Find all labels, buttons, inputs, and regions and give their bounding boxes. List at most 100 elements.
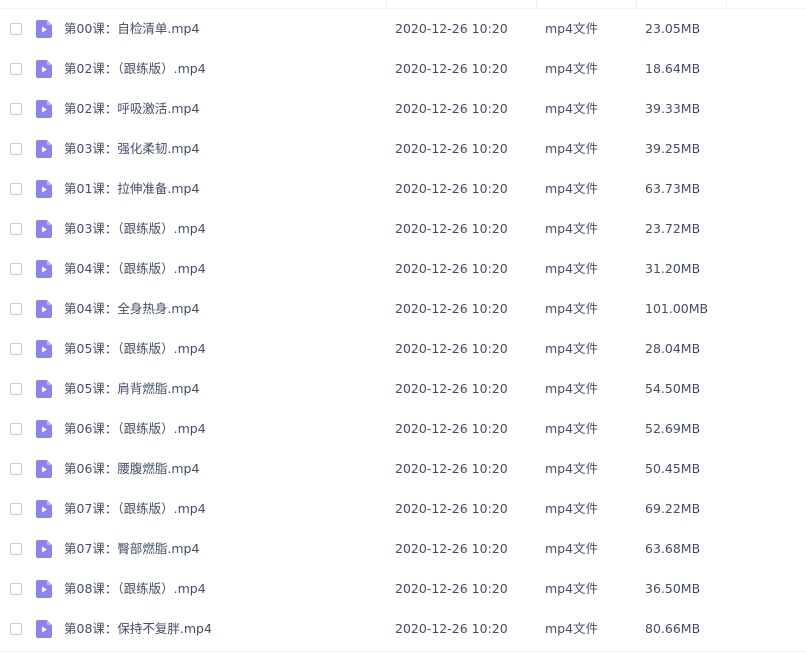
file-list: 第00课：自检清单.mp4 2020-12-26 10:20 mp4文件 23.… xyxy=(0,0,806,653)
file-type: mp4文件 xyxy=(545,261,599,276)
file-size: 31.20MB xyxy=(645,261,701,276)
file-type: mp4文件 xyxy=(545,541,599,556)
file-modified-date: 2020-12-26 10:20 xyxy=(395,181,508,196)
file-size: 23.05MB xyxy=(645,21,701,36)
file-type: mp4文件 xyxy=(545,181,599,196)
file-modified-date: 2020-12-26 10:20 xyxy=(395,501,508,516)
file-modified-date: 2020-12-26 10:20 xyxy=(395,101,508,116)
video-file-icon xyxy=(36,20,52,38)
file-size: 63.68MB xyxy=(645,541,701,556)
row-checkbox[interactable] xyxy=(10,503,22,515)
row-checkbox[interactable] xyxy=(10,303,22,315)
file-name[interactable]: 第08课：保持不复胖.mp4 xyxy=(64,609,212,649)
file-row[interactable]: 第08课：保持不复胖.mp4 2020-12-26 10:20 mp4文件 80… xyxy=(0,609,806,649)
row-checkbox[interactable] xyxy=(10,623,22,635)
column-divider[interactable] xyxy=(536,0,537,8)
file-type: mp4文件 xyxy=(545,621,599,636)
file-row[interactable]: 第01课：拉伸准备.mp4 2020-12-26 10:20 mp4文件 63.… xyxy=(0,169,806,209)
file-name[interactable]: 第05课：肩背燃脂.mp4 xyxy=(64,369,199,409)
file-modified-date: 2020-12-26 10:20 xyxy=(395,621,508,636)
file-size: 50.45MB xyxy=(645,461,701,476)
file-row[interactable]: 第02课：（跟练版）.mp4 2020-12-26 10:20 mp4文件 18… xyxy=(0,49,806,89)
file-name[interactable]: 第04课：（跟练版）.mp4 xyxy=(64,249,206,289)
file-name[interactable]: 第03课：（跟练版）.mp4 xyxy=(64,209,206,249)
file-type: mp4文件 xyxy=(545,381,599,396)
file-name[interactable]: 第00课：自检清单.mp4 xyxy=(64,9,199,49)
file-size: 54.50MB xyxy=(645,381,701,396)
row-checkbox[interactable] xyxy=(10,23,22,35)
file-row[interactable]: 第06课：（跟练版）.mp4 2020-12-26 10:20 mp4文件 52… xyxy=(0,409,806,449)
file-row[interactable]: 第03课：强化柔韧.mp4 2020-12-26 10:20 mp4文件 39.… xyxy=(0,129,806,169)
row-checkbox[interactable] xyxy=(10,583,22,595)
row-checkbox[interactable] xyxy=(10,423,22,435)
file-size: 18.64MB xyxy=(645,61,701,76)
file-name[interactable]: 第01课：拉伸准备.mp4 xyxy=(64,169,199,209)
file-size: 39.25MB xyxy=(645,141,701,156)
video-file-icon xyxy=(36,220,52,238)
file-row[interactable]: 第07课：臀部燃脂.mp4 2020-12-26 10:20 mp4文件 63.… xyxy=(0,529,806,569)
file-type: mp4文件 xyxy=(545,421,599,436)
video-file-icon xyxy=(36,540,52,558)
file-row[interactable]: 第07课：（跟练版）.mp4 2020-12-26 10:20 mp4文件 69… xyxy=(0,489,806,529)
video-file-icon xyxy=(36,580,52,598)
file-modified-date: 2020-12-26 10:20 xyxy=(395,581,508,596)
column-divider[interactable] xyxy=(726,0,727,8)
file-name[interactable]: 第03课：强化柔韧.mp4 xyxy=(64,129,199,169)
row-checkbox[interactable] xyxy=(10,463,22,475)
file-type: mp4文件 xyxy=(545,101,599,116)
row-checkbox[interactable] xyxy=(10,143,22,155)
video-file-icon xyxy=(36,420,52,438)
column-divider[interactable] xyxy=(386,0,387,8)
file-name[interactable]: 第07课：（跟练版）.mp4 xyxy=(64,489,206,529)
video-file-icon xyxy=(36,260,52,278)
file-modified-date: 2020-12-26 10:20 xyxy=(395,381,508,396)
row-checkbox[interactable] xyxy=(10,223,22,235)
file-modified-date: 2020-12-26 10:20 xyxy=(395,541,508,556)
row-checkbox[interactable] xyxy=(10,263,22,275)
row-checkbox[interactable] xyxy=(10,103,22,115)
file-type: mp4文件 xyxy=(545,61,599,76)
file-row[interactable]: 第08课：（跟练版）.mp4 2020-12-26 10:20 mp4文件 36… xyxy=(0,569,806,609)
row-checkbox[interactable] xyxy=(10,383,22,395)
file-size: 63.73MB xyxy=(645,181,701,196)
file-row[interactable]: 第04课：全身热身.mp4 2020-12-26 10:20 mp4文件 101… xyxy=(0,289,806,329)
file-modified-date: 2020-12-26 10:20 xyxy=(395,461,508,476)
file-type: mp4文件 xyxy=(545,141,599,156)
file-row[interactable]: 第05课：（跟练版）.mp4 2020-12-26 10:20 mp4文件 28… xyxy=(0,329,806,369)
file-type: mp4文件 xyxy=(545,301,599,316)
file-size: 52.69MB xyxy=(645,421,701,436)
file-name[interactable]: 第08课：（跟练版）.mp4 xyxy=(64,569,206,609)
file-name[interactable]: 第04课：全身热身.mp4 xyxy=(64,289,199,329)
video-file-icon xyxy=(36,180,52,198)
file-row[interactable]: 第06课：腰腹燃脂.mp4 2020-12-26 10:20 mp4文件 50.… xyxy=(0,449,806,489)
file-modified-date: 2020-12-26 10:20 xyxy=(395,221,508,236)
file-row[interactable]: 第03课：（跟练版）.mp4 2020-12-26 10:20 mp4文件 23… xyxy=(0,209,806,249)
file-type: mp4文件 xyxy=(545,21,599,36)
file-name[interactable]: 第06课：腰腹燃脂.mp4 xyxy=(64,449,199,489)
file-name[interactable]: 第06课：（跟练版）.mp4 xyxy=(64,409,206,449)
file-row[interactable]: 第02课：呼吸激活.mp4 2020-12-26 10:20 mp4文件 39.… xyxy=(0,89,806,129)
file-size: 69.22MB xyxy=(645,501,701,516)
file-modified-date: 2020-12-26 10:20 xyxy=(395,261,508,276)
file-row[interactable]: 第04课：（跟练版）.mp4 2020-12-26 10:20 mp4文件 31… xyxy=(0,249,806,289)
file-name[interactable]: 第07课：臀部燃脂.mp4 xyxy=(64,529,199,569)
file-size: 23.72MB xyxy=(645,221,701,236)
row-checkbox[interactable] xyxy=(10,543,22,555)
file-modified-date: 2020-12-26 10:20 xyxy=(395,61,508,76)
file-size: 36.50MB xyxy=(645,581,701,596)
row-checkbox[interactable] xyxy=(10,343,22,355)
file-name[interactable]: 第02课：呼吸激活.mp4 xyxy=(64,89,199,129)
video-file-icon xyxy=(36,100,52,118)
file-name[interactable]: 第02课：（跟练版）.mp4 xyxy=(64,49,206,89)
file-size: 101.00MB xyxy=(645,301,709,316)
column-divider[interactable] xyxy=(636,0,637,8)
file-row[interactable]: 第05课：肩背燃脂.mp4 2020-12-26 10:20 mp4文件 54.… xyxy=(0,369,806,409)
row-checkbox[interactable] xyxy=(10,183,22,195)
file-type: mp4文件 xyxy=(545,461,599,476)
column-header-strip xyxy=(0,0,806,9)
file-name[interactable]: 第05课：（跟练版）.mp4 xyxy=(64,329,206,369)
video-file-icon xyxy=(36,140,52,158)
divider xyxy=(0,651,806,652)
row-checkbox[interactable] xyxy=(10,63,22,75)
file-row[interactable]: 第00课：自检清单.mp4 2020-12-26 10:20 mp4文件 23.… xyxy=(0,9,806,49)
